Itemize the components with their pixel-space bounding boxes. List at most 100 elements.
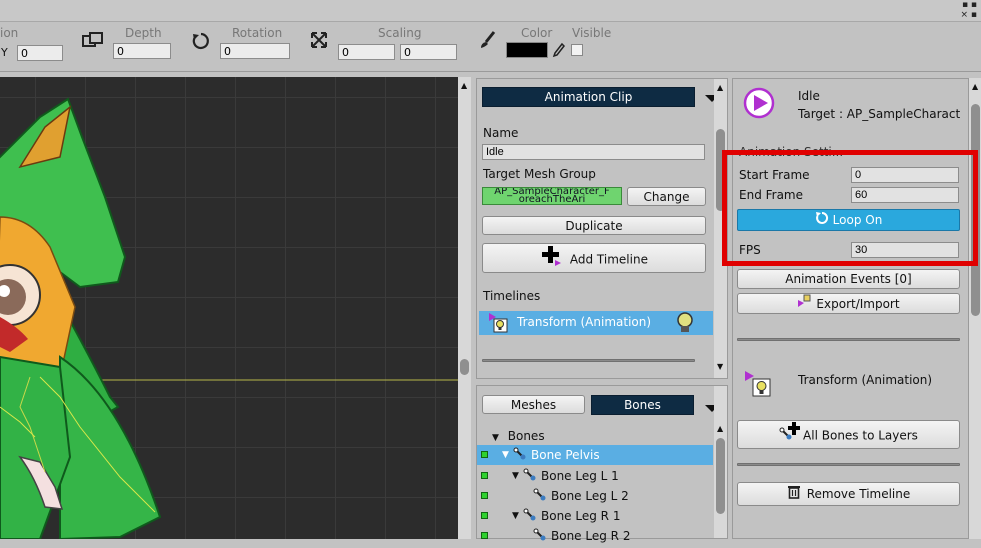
bone-icon bbox=[523, 468, 537, 488]
export-icon bbox=[797, 294, 813, 315]
depth-label: Depth bbox=[125, 26, 162, 40]
duplicate-button[interactable]: Duplicate bbox=[482, 216, 706, 235]
depth-icon bbox=[82, 32, 104, 55]
window-control-bottom[interactable]: × ▪ bbox=[960, 10, 977, 20]
clip-panel: Animation Clip Name Target Mesh Group AP… bbox=[476, 78, 728, 379]
clip-target: Target : AP_SampleCharact bbox=[798, 107, 961, 121]
bones-tab[interactable]: Bones bbox=[591, 395, 694, 415]
window-controls[interactable]: ▪ ▪ × ▪ bbox=[960, 0, 977, 20]
all-bones-to-layers-label: All Bones to Layers bbox=[803, 428, 918, 443]
change-button[interactable]: Change bbox=[627, 187, 706, 206]
export-import-button[interactable]: Export/Import bbox=[737, 293, 960, 314]
color-swatch[interactable] bbox=[506, 42, 548, 58]
right-scroll-up-icon[interactable]: ▲ bbox=[972, 82, 978, 91]
scene-viewport[interactable] bbox=[0, 77, 458, 539]
bone-item-leg-l1[interactable]: ▼ Bone Leg L 1 bbox=[477, 466, 713, 486]
bone-visibility-indicator[interactable] bbox=[481, 512, 488, 519]
all-bones-to-layers-button[interactable]: All Bones to Layers bbox=[737, 420, 960, 449]
bone-icon bbox=[533, 528, 547, 548]
target-mesh-group-value-line2: oreachTheAri bbox=[518, 194, 586, 205]
title-bar: ▪ ▪ × ▪ bbox=[0, 0, 981, 22]
bone-visibility-indicator[interactable] bbox=[481, 532, 488, 539]
clip-scroll-up-icon[interactable]: ▲ bbox=[717, 83, 723, 92]
bone-item-leg-l2[interactable]: Bone Leg L 2 bbox=[477, 486, 713, 506]
y-field[interactable] bbox=[17, 45, 63, 61]
y-label: Y bbox=[1, 46, 8, 59]
bones-panel: Meshes Bones ▼ Bones ▼ Bone Pelvis ▼ Bon… bbox=[476, 385, 728, 543]
name-label: Name bbox=[483, 126, 519, 140]
visible-checkbox[interactable] bbox=[571, 44, 583, 56]
trash-icon bbox=[787, 484, 801, 506]
bone-icon bbox=[523, 508, 537, 528]
bone-label: Bone Leg R 1 bbox=[541, 509, 621, 523]
color-label: Color bbox=[521, 26, 553, 40]
clip-panel-divider bbox=[482, 359, 695, 362]
bones-panel-scrollbar[interactable]: ▲ bbox=[714, 386, 727, 538]
character-artwork bbox=[0, 97, 458, 539]
scaling-x-field[interactable] bbox=[338, 44, 395, 60]
bone-item-leg-r2[interactable]: Bone Leg R 2 bbox=[477, 526, 713, 546]
expand-icon: ▼ bbox=[502, 450, 509, 460]
highlight-box bbox=[722, 150, 978, 266]
bones-scroll-thumb[interactable] bbox=[716, 438, 725, 514]
name-field[interactable] bbox=[482, 144, 705, 160]
bone-icon bbox=[513, 447, 527, 467]
remove-timeline-button[interactable]: Remove Timeline bbox=[737, 482, 960, 506]
scaling-y-field[interactable] bbox=[400, 44, 457, 60]
rotation-label: Rotation bbox=[232, 26, 283, 40]
add-icon bbox=[540, 244, 562, 276]
clip-scroll-down-icon[interactable]: ▼ bbox=[717, 362, 723, 371]
clip-name: Idle bbox=[798, 89, 820, 103]
add-timeline-button[interactable]: Add Timeline bbox=[482, 243, 706, 273]
lightbulb-icon[interactable] bbox=[676, 312, 694, 337]
brush-icon bbox=[478, 30, 498, 53]
bone-label: Bone Leg L 1 bbox=[541, 469, 619, 483]
eyedropper-icon[interactable] bbox=[551, 42, 565, 61]
expand-icon: ▼ bbox=[512, 511, 519, 521]
timeline-item-label: Transform (Animation) bbox=[517, 315, 652, 329]
rotation-icon bbox=[191, 31, 211, 54]
animation-clip-header[interactable]: Animation Clip bbox=[482, 87, 695, 107]
bones-scroll-up-icon[interactable]: ▲ bbox=[717, 424, 723, 433]
bone-item-pelvis[interactable]: ▼ Bone Pelvis bbox=[477, 445, 713, 465]
right-panel-divider-1 bbox=[737, 338, 960, 341]
meshes-tab[interactable]: Meshes bbox=[482, 395, 585, 414]
position-label-partial: ion bbox=[0, 26, 19, 40]
rotation-field[interactable] bbox=[220, 43, 290, 59]
bone-label: Bone Leg R 2 bbox=[551, 529, 631, 543]
visible-label: Visible bbox=[572, 26, 612, 40]
bone-label: Bone Leg L 2 bbox=[551, 489, 629, 503]
scaling-icon bbox=[310, 31, 328, 52]
scaling-label: Scaling bbox=[378, 26, 422, 40]
toolbar: ion Y Depth Rotation Scaling Color Visib… bbox=[0, 22, 981, 72]
bone-visibility-indicator[interactable] bbox=[481, 451, 488, 458]
right-panel-scrollbar[interactable]: ▲ bbox=[969, 78, 981, 539]
target-mesh-group-value: AP_SampleCharacter_F oreachTheAri bbox=[482, 187, 622, 205]
expand-icon: ▼ bbox=[512, 471, 519, 481]
animation-events-button[interactable]: Animation Events [0] bbox=[737, 269, 960, 289]
viewport-scroll-thumb[interactable] bbox=[460, 359, 469, 375]
animation-properties-panel: Idle Target : AP_SampleCharact Animation… bbox=[732, 78, 969, 539]
play-clip-icon bbox=[743, 87, 775, 122]
window-control-top[interactable]: ▪ ▪ bbox=[960, 0, 977, 10]
bone-icon bbox=[533, 488, 547, 508]
scroll-up-icon[interactable]: ▲ bbox=[461, 81, 467, 90]
export-import-label: Export/Import bbox=[816, 297, 900, 311]
selected-timeline-name: Transform (Animation) bbox=[798, 373, 933, 387]
timeline-transform-icon bbox=[745, 371, 773, 402]
right-panel-divider-2 bbox=[737, 463, 960, 466]
add-bones-icon bbox=[779, 421, 801, 451]
bone-visibility-indicator[interactable] bbox=[481, 472, 488, 479]
bones-root-label: Bones bbox=[507, 429, 545, 443]
timelines-label: Timelines bbox=[483, 289, 541, 303]
bones-root[interactable]: ▼ Bones bbox=[492, 426, 712, 446]
bone-label: Bone Pelvis bbox=[531, 448, 600, 462]
viewport-scrollbar[interactable]: ▲ bbox=[458, 77, 471, 539]
timeline-transform-icon bbox=[489, 313, 509, 336]
expand-icon: ▼ bbox=[492, 433, 499, 443]
bone-item-leg-r1[interactable]: ▼ Bone Leg R 1 bbox=[477, 506, 713, 526]
bone-visibility-indicator[interactable] bbox=[481, 492, 488, 499]
add-timeline-label: Add Timeline bbox=[569, 252, 648, 267]
depth-field[interactable] bbox=[113, 43, 171, 59]
timeline-item[interactable]: Transform (Animation) bbox=[479, 311, 713, 335]
